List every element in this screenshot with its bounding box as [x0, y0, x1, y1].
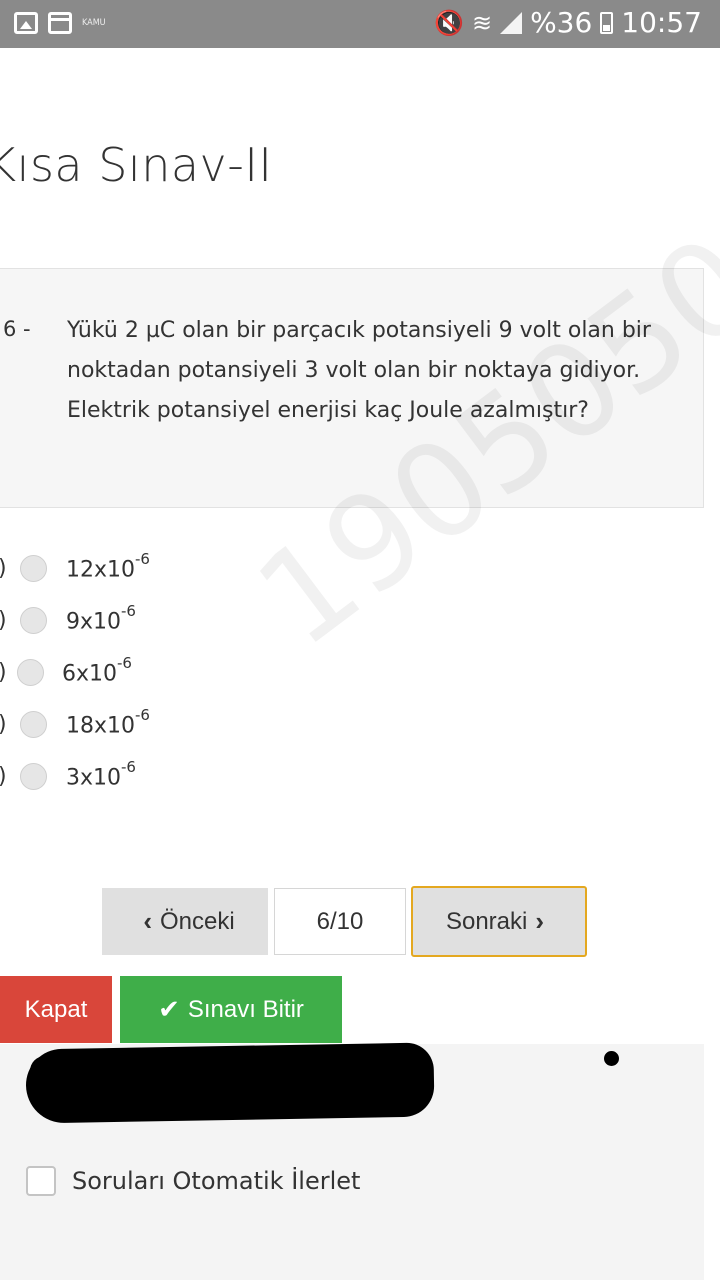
battery-icon — [600, 11, 614, 34]
answer-option[interactable]: ) 9x10-6 — [0, 600, 300, 640]
auto-advance-label: Soruları Otomatik İlerlet — [72, 1167, 361, 1195]
radio-button[interactable] — [20, 554, 47, 582]
question-text: Yükü 2 µC olan bir parçacık potansiyeli … — [67, 318, 651, 423]
option-text: 9x10-6 — [66, 602, 136, 635]
calendar-icon — [48, 12, 72, 34]
finish-exam-button[interactable]: ✔ Sınavı Bitir — [120, 976, 342, 1043]
wifi-icon: ≋ — [471, 8, 493, 37]
option-base: 9x10 — [66, 609, 122, 635]
next-button[interactable]: Sonraki › — [411, 886, 587, 957]
auto-advance-checkbox[interactable] — [26, 1166, 56, 1196]
next-label: Sonraki — [445, 907, 528, 935]
previous-label: Önceki — [159, 907, 235, 935]
answer-option[interactable]: ) 3x10-6 — [0, 756, 300, 796]
option-base: 6x10 — [62, 661, 118, 687]
option-text: 12x10-6 — [66, 550, 150, 583]
option-exponent: -6 — [135, 549, 150, 568]
question-number: 6 - — [3, 317, 31, 341]
option-base: 12x10 — [66, 557, 136, 583]
option-letter: ) — [0, 764, 7, 789]
radio-button[interactable] — [17, 658, 44, 686]
gallery-icon — [14, 12, 38, 34]
auto-advance-setting[interactable]: Soruları Otomatik İlerlet — [26, 1166, 360, 1196]
option-base: 18x10 — [66, 713, 136, 739]
option-text: 6x10-6 — [62, 654, 132, 687]
notification-icons: KAMU — [14, 12, 106, 34]
option-letter: ) — [0, 660, 7, 685]
option-text: 3x10-6 — [66, 758, 136, 791]
question-panel: 6 - Yükü 2 µC olan bir parçacık potansiy… — [0, 268, 704, 508]
radio-button[interactable] — [20, 710, 47, 738]
finish-label: Sınavı Bitir — [187, 995, 304, 1023]
signal-icon — [500, 11, 523, 34]
notification-label: KAMU — [82, 17, 106, 28]
check-icon: ✔ — [158, 994, 180, 1024]
redaction-mark — [30, 1056, 120, 1086]
chevron-left-icon: ‹ — [143, 906, 152, 936]
system-icons: 🔇 ≋ %36 10:57 — [434, 6, 702, 39]
clock: 10:57 — [621, 6, 702, 39]
answer-option[interactable]: ) 12x10-6 — [0, 548, 300, 588]
option-exponent: -6 — [121, 757, 136, 776]
previous-button[interactable]: ‹ Önceki — [102, 888, 268, 955]
answer-option[interactable]: ) 6x10-6 — [0, 652, 300, 692]
radio-button[interactable] — [20, 762, 47, 790]
battery-percent: %36 — [530, 6, 593, 39]
option-exponent: -6 — [117, 653, 132, 672]
status-bar: KAMU 🔇 ≋ %36 10:57 — [0, 0, 720, 48]
mute-icon: 🔇 — [434, 8, 464, 37]
option-base: 3x10 — [66, 765, 122, 791]
close-label: Kapat — [24, 995, 88, 1023]
page-title: Kısa Sınav-II — [0, 138, 273, 192]
option-letter: ) — [0, 712, 7, 737]
radio-button[interactable] — [20, 606, 47, 634]
dot-mark — [604, 1051, 619, 1066]
option-exponent: -6 — [135, 705, 150, 724]
option-letter: ) — [0, 608, 7, 633]
page-indicator: 6/10 — [274, 888, 406, 955]
option-text: 18x10-6 — [66, 706, 150, 739]
option-letter: ) — [0, 556, 7, 581]
answer-option[interactable]: ) 18x10-6 — [0, 704, 300, 744]
chevron-right-icon: › — [535, 906, 545, 936]
close-button[interactable]: Kapat — [0, 976, 112, 1043]
option-exponent: -6 — [121, 601, 136, 620]
